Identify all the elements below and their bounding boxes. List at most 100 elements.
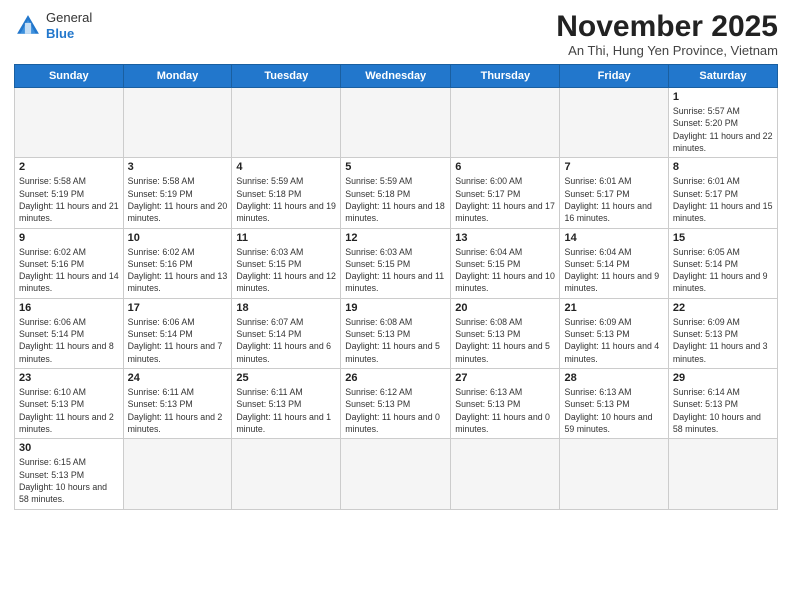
day-info: Sunrise: 6:03 AM Sunset: 5:15 PM Dayligh… [236,246,336,295]
calendar-cell: 3Sunrise: 5:58 AM Sunset: 5:19 PM Daylig… [123,158,232,228]
day-number: 22 [673,302,773,314]
calendar-cell [341,88,451,158]
calendar-cell: 28 Sunrise: 6:13 AM Sunset: 5:13 PM Dayli… [560,369,668,439]
day-info: Sunrise: 6:02 AM Sunset: 5:16 PM Dayligh… [128,246,228,295]
day-number: 20 [455,302,555,314]
location-subtitle: An Thi, Hung Yen Province, Vietnam [556,43,778,58]
day-info: Sunrise: 6:13 AM Sunset: 5:13 PM Dayligh… [564,386,663,435]
day-number: 18 [236,302,336,314]
day-info: Sunrise: 6:15 AM Sunset: 5:13 PM Dayligh… [19,456,119,505]
title-block: November 2025 An Thi, Hung Yen Province,… [556,10,778,58]
weekday-wednesday: Wednesday [341,65,451,88]
day-info: Sunrise: 5:59 AM Sunset: 5:18 PM Dayligh… [345,175,446,224]
logo-blue: Blue [46,26,92,42]
weekday-friday: Friday [560,65,668,88]
calendar-cell [451,88,560,158]
logo: General Blue [14,10,92,41]
day-info: Sunrise: 6:12 AM Sunset: 5:13 PM Dayligh… [345,386,446,435]
page: General Blue November 2025 An Thi, Hung … [0,0,792,612]
day-number: 16 [19,302,119,314]
day-number: 13 [455,232,555,244]
calendar-header: SundayMondayTuesdayWednesdayThursdayFrid… [15,65,778,88]
day-number: 19 [345,302,446,314]
day-info: Sunrise: 6:05 AM Sunset: 5:14 PM Dayligh… [673,246,773,295]
calendar-cell: 19 Sunrise: 6:08 AM Sunset: 5:13 PM Dayli… [341,298,451,368]
calendar-cell: 8Sunrise: 6:01 AM Sunset: 5:17 PM Daylig… [668,158,777,228]
day-info: Sunrise: 6:06 AM Sunset: 5:14 PM Dayligh… [19,316,119,365]
day-number: 10 [128,232,228,244]
calendar-cell: 30 Sunrise: 6:15 AM Sunset: 5:13 PM Dayli… [15,439,124,509]
day-info: Sunrise: 6:04 AM Sunset: 5:15 PM Dayligh… [455,246,555,295]
calendar-cell: 6 Sunrise: 6:00 AM Sunset: 5:17 PM Daylig… [451,158,560,228]
day-number: 2 [19,161,119,173]
day-info: Sunrise: 6:11 AM Sunset: 5:13 PM Dayligh… [236,386,336,435]
week-row-2: 9Sunrise: 6:02 AM Sunset: 5:16 PM Daylig… [15,228,778,298]
day-number: 24 [128,372,228,384]
day-info: Sunrise: 6:09 AM Sunset: 5:13 PM Dayligh… [564,316,663,365]
day-info: Sunrise: 6:02 AM Sunset: 5:16 PM Dayligh… [19,246,119,295]
day-number: 7 [564,161,663,173]
day-info: Sunrise: 5:58 AM Sunset: 5:19 PM Dayligh… [128,175,228,224]
calendar-cell [341,439,451,509]
calendar-cell: 21 Sunrise: 6:09 AM Sunset: 5:13 PM Dayli… [560,298,668,368]
calendar-cell: 10 Sunrise: 6:02 AM Sunset: 5:16 PM Dayli… [123,228,232,298]
day-info: Sunrise: 6:00 AM Sunset: 5:17 PM Dayligh… [455,175,555,224]
calendar-cell: 29 Sunrise: 6:14 AM Sunset: 5:13 PM Dayli… [668,369,777,439]
calendar-cell: 22 Sunrise: 6:09 AM Sunset: 5:13 PM Dayli… [668,298,777,368]
day-info: Sunrise: 6:08 AM Sunset: 5:13 PM Dayligh… [455,316,555,365]
day-info: Sunrise: 6:08 AM Sunset: 5:13 PM Dayligh… [345,316,446,365]
day-info: Sunrise: 5:59 AM Sunset: 5:18 PM Dayligh… [236,175,336,224]
day-number: 4 [236,161,336,173]
calendar-cell: 4 Sunrise: 5:59 AM Sunset: 5:18 PM Daylig… [232,158,341,228]
day-number: 21 [564,302,663,314]
weekday-saturday: Saturday [668,65,777,88]
weekday-thursday: Thursday [451,65,560,88]
day-info: Sunrise: 5:57 AM Sunset: 5:20 PM Dayligh… [673,105,773,154]
day-info: Sunrise: 6:07 AM Sunset: 5:14 PM Dayligh… [236,316,336,365]
calendar-cell: 27Sunrise: 6:13 AM Sunset: 5:13 PM Dayli… [451,369,560,439]
calendar-cell: 23Sunrise: 6:10 AM Sunset: 5:13 PM Dayli… [15,369,124,439]
week-row-3: 16 Sunrise: 6:06 AM Sunset: 5:14 PM Dayli… [15,298,778,368]
day-number: 29 [673,372,773,384]
day-number: 28 [564,372,663,384]
calendar-cell: 26 Sunrise: 6:12 AM Sunset: 5:13 PM Dayli… [341,369,451,439]
day-number: 6 [455,161,555,173]
calendar-cell: 7Sunrise: 6:01 AM Sunset: 5:17 PM Daylig… [560,158,668,228]
calendar-cell [560,88,668,158]
day-number: 14 [564,232,663,244]
day-number: 12 [345,232,446,244]
calendar-cell [123,88,232,158]
day-number: 8 [673,161,773,173]
calendar-cell: 5Sunrise: 5:59 AM Sunset: 5:18 PM Daylig… [341,158,451,228]
month-title: November 2025 [556,10,778,43]
calendar-cell [123,439,232,509]
calendar-cell [232,439,341,509]
calendar-cell [560,439,668,509]
weekday-sunday: Sunday [15,65,124,88]
day-number: 26 [345,372,446,384]
day-info: Sunrise: 5:58 AM Sunset: 5:19 PM Dayligh… [19,175,119,224]
day-number: 30 [19,442,119,454]
calendar-cell: 1 Sunrise: 5:57 AM Sunset: 5:20 PM Daylig… [668,88,777,158]
day-info: Sunrise: 6:06 AM Sunset: 5:14 PM Dayligh… [128,316,228,365]
day-info: Sunrise: 6:04 AM Sunset: 5:14 PM Dayligh… [564,246,663,295]
calendar-cell: 14 Sunrise: 6:04 AM Sunset: 5:14 PM Dayli… [560,228,668,298]
day-number: 15 [673,232,773,244]
header: General Blue November 2025 An Thi, Hung … [14,10,778,58]
day-info: Sunrise: 6:09 AM Sunset: 5:13 PM Dayligh… [673,316,773,365]
calendar-cell: 12 Sunrise: 6:03 AM Sunset: 5:15 PM Dayli… [341,228,451,298]
week-row-1: 2 Sunrise: 5:58 AM Sunset: 5:19 PM Daylig… [15,158,778,228]
calendar-cell: 16 Sunrise: 6:06 AM Sunset: 5:14 PM Dayli… [15,298,124,368]
day-number: 25 [236,372,336,384]
day-number: 11 [236,232,336,244]
day-number: 17 [128,302,228,314]
day-info: Sunrise: 6:03 AM Sunset: 5:15 PM Dayligh… [345,246,446,295]
calendar-cell: 24Sunrise: 6:11 AM Sunset: 5:13 PM Dayli… [123,369,232,439]
day-number: 1 [673,91,773,103]
calendar-cell: 9Sunrise: 6:02 AM Sunset: 5:16 PM Daylig… [15,228,124,298]
calendar-body: 1 Sunrise: 5:57 AM Sunset: 5:20 PM Daylig… [15,88,778,510]
calendar-cell: 20 Sunrise: 6:08 AM Sunset: 5:13 PM Dayli… [451,298,560,368]
day-info: Sunrise: 6:14 AM Sunset: 5:13 PM Dayligh… [673,386,773,435]
calendar-cell: 13 Sunrise: 6:04 AM Sunset: 5:15 PM Dayli… [451,228,560,298]
calendar-cell: 17 Sunrise: 6:06 AM Sunset: 5:14 PM Dayli… [123,298,232,368]
